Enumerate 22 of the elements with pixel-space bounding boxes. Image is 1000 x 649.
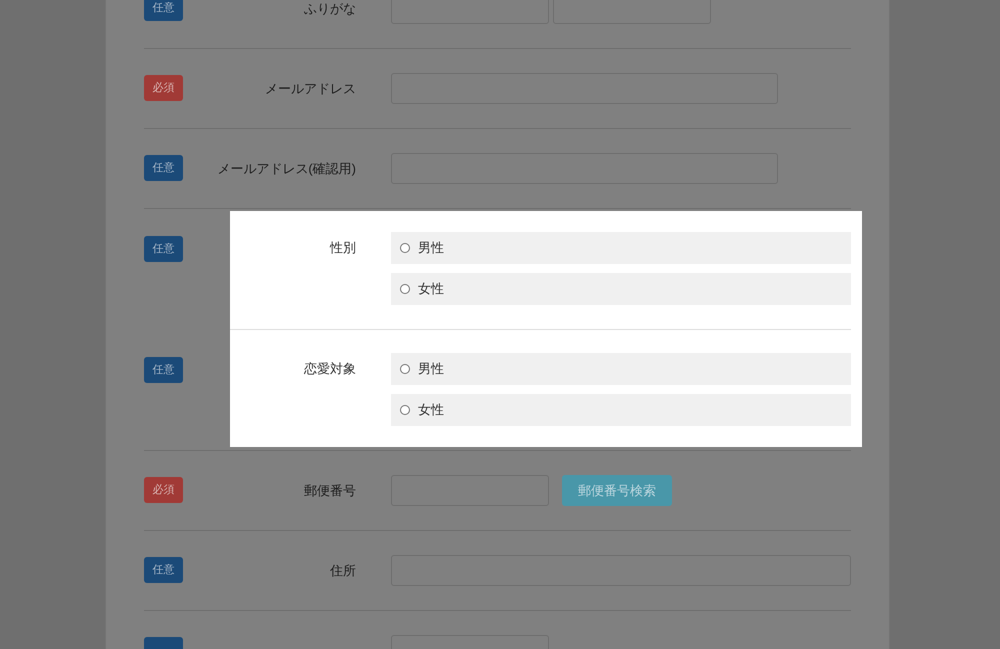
field-label: 恋愛対象 (303, 360, 356, 378)
badge: 任意 (144, 155, 183, 181)
radio-button[interactable] (400, 405, 410, 415)
radio-option[interactable]: 男性 (391, 232, 851, 264)
radio-option[interactable]: 男性 (391, 353, 851, 385)
badge: 必須 (144, 75, 183, 101)
badge: 必須 (144, 477, 183, 503)
field-label: 郵便番号 (303, 482, 356, 500)
badge: 任意 (144, 357, 183, 383)
field-label: 性別 (328, 239, 356, 257)
radio-button[interactable] (400, 284, 410, 294)
field-label: メールアドレス (264, 80, 356, 98)
radio-option[interactable]: 女性 (391, 273, 851, 305)
badge: 任意 (144, 557, 183, 583)
field-label: ふりがな (303, 0, 356, 18)
field-label: 住所 (329, 562, 356, 580)
badge: 任意 (144, 0, 183, 21)
field-label: メールアドレス(確認用) (216, 160, 356, 178)
radio-button[interactable] (400, 243, 410, 253)
badge: 任意 (144, 236, 183, 262)
radio-button[interactable] (400, 364, 410, 374)
radio-option[interactable]: 女性 (391, 394, 851, 426)
